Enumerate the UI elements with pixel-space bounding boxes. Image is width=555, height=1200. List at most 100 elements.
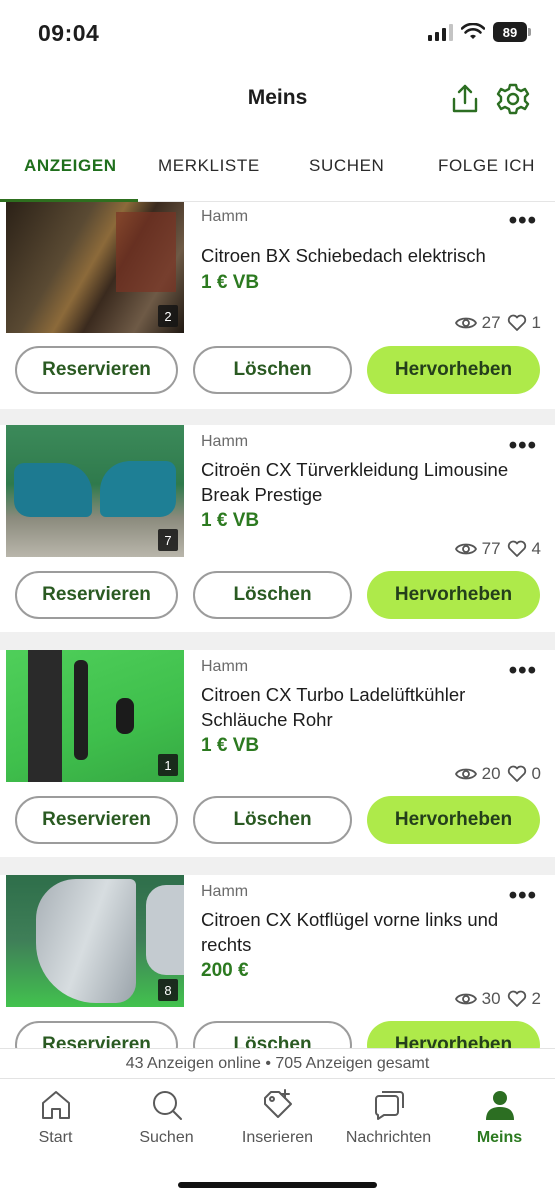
- views-count: 20: [481, 764, 501, 783]
- likes-stat: 2: [507, 989, 541, 1009]
- battery-icon: 89: [493, 22, 531, 42]
- status-time: 09:04: [38, 20, 100, 46]
- eye-icon: [454, 317, 477, 329]
- more-options-icon[interactable]: •••: [509, 434, 537, 458]
- highlight-button[interactable]: Hervorheben: [367, 796, 540, 844]
- eye-icon: [454, 993, 477, 1005]
- tab-anzeigen[interactable]: ANZEIGEN: [24, 156, 117, 176]
- heart-icon: [507, 765, 526, 782]
- likes-stat: 4: [507, 539, 541, 559]
- home-indicator: [178, 1182, 377, 1188]
- nav-suchen[interactable]: Suchen: [111, 1087, 222, 1147]
- nav-nachrichten[interactable]: Nachrichten: [333, 1087, 444, 1147]
- likes-count: 1: [531, 313, 541, 332]
- listing-location: Hamm: [201, 883, 249, 900]
- tab-merkliste[interactable]: MERKLISTE: [158, 156, 260, 176]
- nav-label: Nachrichten: [345, 1129, 432, 1146]
- views-stat: 77: [454, 539, 501, 559]
- image-count-badge: 7: [158, 529, 178, 551]
- wifi-icon: [461, 23, 485, 39]
- listing-summary: 43 Anzeigen online • 705 Anzeigen gesamt: [0, 1048, 555, 1078]
- tab-suchen[interactable]: SUCHEN: [309, 156, 384, 176]
- image-count-badge: 2: [158, 305, 178, 327]
- listing-location: Hamm: [201, 658, 249, 675]
- views-count: 27: [481, 313, 501, 332]
- nav-label: Meins: [476, 1129, 523, 1146]
- listing-list[interactable]: 2 Hamm ••• Citroen BX Schiebedach elektr…: [0, 202, 555, 1048]
- listing-image[interactable]: 1: [6, 650, 184, 782]
- nav-start[interactable]: Start: [0, 1087, 111, 1147]
- nav-inserieren[interactable]: Inserieren: [222, 1087, 333, 1147]
- more-options-icon[interactable]: •••: [509, 884, 537, 908]
- listing-card[interactable]: 1 Hamm ••• Citroen CX Turbo Ladelüftkühl…: [0, 650, 555, 857]
- more-options-icon[interactable]: •••: [509, 209, 537, 233]
- nav-label: Inserieren: [241, 1129, 314, 1146]
- listing-price: 1 € VB: [201, 735, 260, 756]
- listing-card[interactable]: 8 Hamm ••• Citroen CX Kotflügel vorne li…: [0, 875, 555, 1048]
- nav-meins[interactable]: Meins: [444, 1087, 555, 1147]
- listing-stats: 77 4: [454, 539, 541, 559]
- more-options-icon[interactable]: •••: [509, 659, 537, 683]
- chat-icon: [371, 1087, 407, 1123]
- status-icons: 89: [428, 22, 531, 42]
- views-count: 30: [481, 989, 501, 1008]
- tag-plus-icon: [260, 1087, 296, 1123]
- highlight-button[interactable]: Hervorheben: [367, 571, 540, 619]
- listing-price: 1 € VB: [201, 272, 260, 293]
- tab-bar: ANZEIGEN MERKLISTE SUCHEN FOLGE ICH: [0, 140, 555, 202]
- reserve-button[interactable]: Reservieren: [15, 571, 178, 619]
- listing-image[interactable]: 7: [6, 425, 184, 557]
- listing-title[interactable]: Citroen BX Schiebedach elektrisch: [201, 243, 541, 268]
- listing-location: Hamm: [201, 433, 249, 450]
- reserve-button[interactable]: Reservieren: [15, 796, 178, 844]
- user-icon: [482, 1087, 518, 1123]
- settings-gear-icon[interactable]: [494, 80, 532, 118]
- views-stat: 27: [454, 313, 501, 333]
- likes-stat: 0: [507, 764, 541, 784]
- share-icon[interactable]: [446, 80, 484, 118]
- listing-stats: 27 1: [454, 313, 541, 333]
- heart-icon: [507, 314, 526, 331]
- heart-icon: [507, 540, 526, 557]
- highlight-button[interactable]: Hervorheben: [367, 1021, 540, 1048]
- nav-label: Suchen: [139, 1129, 194, 1146]
- page-header: Meins: [0, 68, 555, 130]
- listing-location: Hamm: [201, 208, 249, 225]
- status-bar: 09:04 89: [0, 0, 555, 68]
- reserve-button[interactable]: Reservieren: [15, 346, 178, 394]
- listing-title[interactable]: Citroën CX Türverkleidung Limousine Brea…: [201, 457, 541, 507]
- eye-icon: [454, 543, 477, 555]
- battery-level: 89: [493, 22, 527, 42]
- eye-icon: [454, 768, 477, 780]
- listing-title[interactable]: Citroen CX Kotflügel vorne links und rec…: [201, 907, 541, 957]
- highlight-button[interactable]: Hervorheben: [367, 346, 540, 394]
- delete-button[interactable]: Löschen: [193, 571, 352, 619]
- tab-folge-ich[interactable]: FOLGE ICH: [438, 156, 535, 176]
- views-stat: 20: [454, 764, 501, 784]
- listing-card[interactable]: 2 Hamm ••• Citroen BX Schiebedach elektr…: [0, 202, 555, 409]
- listing-title[interactable]: Citroen CX Turbo Ladelüftkühler Schläuch…: [201, 682, 541, 732]
- listing-price: 1 € VB: [201, 510, 260, 531]
- listing-price: 200 €: [201, 960, 249, 981]
- listing-stats: 30 2: [454, 989, 541, 1009]
- signal-icon: [428, 23, 453, 41]
- likes-count: 4: [531, 539, 541, 558]
- likes-count: 2: [531, 989, 541, 1008]
- delete-button[interactable]: Löschen: [193, 346, 352, 394]
- heart-icon: [507, 990, 526, 1007]
- views-stat: 30: [454, 989, 501, 1009]
- listing-card[interactable]: 7 Hamm ••• Citroën CX Türverkleidung Lim…: [0, 425, 555, 632]
- listing-image[interactable]: 2: [6, 202, 184, 333]
- likes-count: 0: [531, 764, 541, 783]
- image-count-badge: 8: [158, 979, 178, 1001]
- reserve-button[interactable]: Reservieren: [15, 1021, 178, 1048]
- listing-stats: 20 0: [454, 764, 541, 784]
- views-count: 77: [481, 539, 501, 558]
- nav-label: Start: [38, 1129, 73, 1146]
- home-icon: [38, 1087, 74, 1123]
- delete-button[interactable]: Löschen: [193, 1021, 352, 1048]
- delete-button[interactable]: Löschen: [193, 796, 352, 844]
- likes-stat: 1: [507, 313, 541, 333]
- search-icon: [149, 1087, 185, 1123]
- listing-image[interactable]: 8: [6, 875, 184, 1007]
